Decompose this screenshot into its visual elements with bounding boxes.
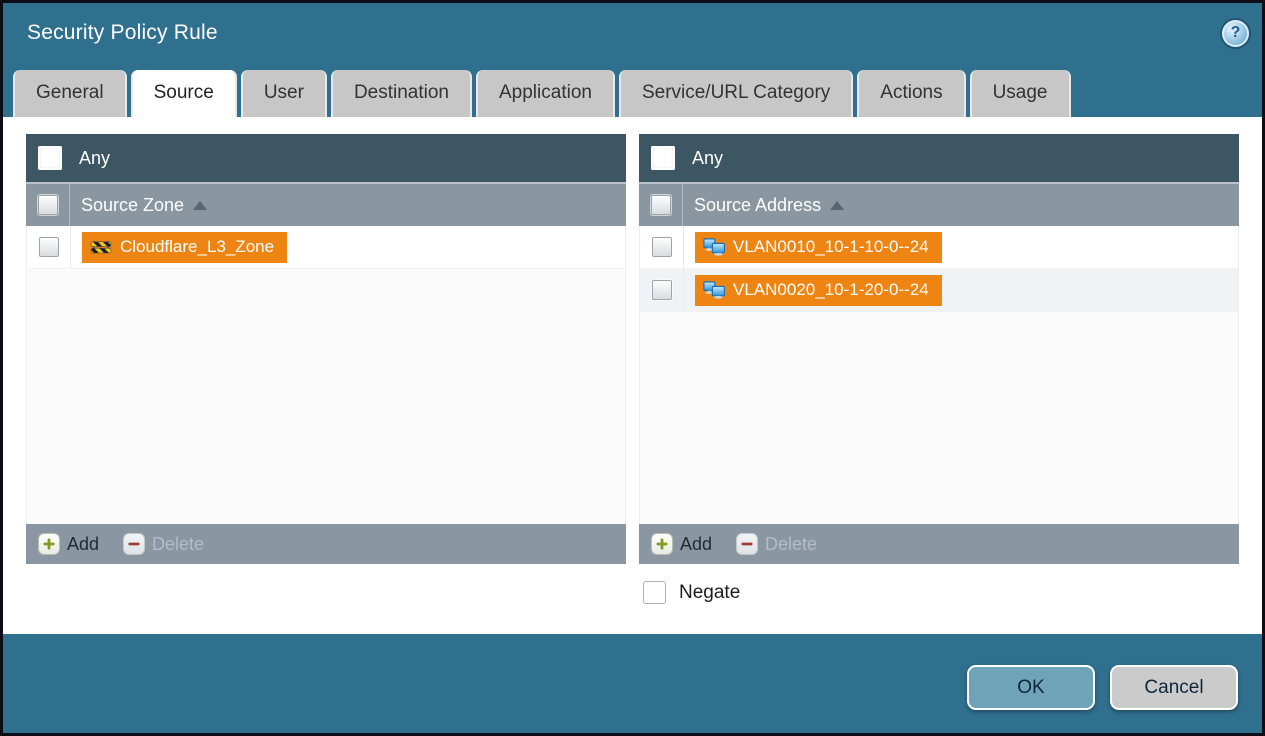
tabbar: General Source User Destination Applicat… bbox=[3, 63, 1262, 117]
sort-asc-icon bbox=[830, 200, 845, 210]
source-address-column-label: Source Address bbox=[694, 194, 822, 215]
zone-icon bbox=[90, 241, 112, 254]
table-row: VLAN0020_10-1-20-0--24 bbox=[640, 269, 1238, 312]
add-source-address-button[interactable]: Add bbox=[651, 533, 712, 555]
table-row: Cloudflare_L3_Zone bbox=[27, 226, 625, 269]
tab-source[interactable]: Source bbox=[130, 70, 237, 117]
plus-icon bbox=[651, 533, 673, 555]
tab-actions[interactable]: Actions bbox=[857, 70, 966, 117]
source-address-any-row: Any bbox=[639, 134, 1239, 182]
minus-icon bbox=[736, 533, 759, 555]
source-zone-panel: Any Source Zone Cloudflare_L3_Zone Add D… bbox=[26, 134, 626, 564]
source-address-panel-footer: Add Delete bbox=[639, 524, 1239, 564]
source-address-entry[interactable]: VLAN0020_10-1-20-0--24 bbox=[695, 274, 942, 306]
source-zone-list: Cloudflare_L3_Zone bbox=[26, 226, 626, 524]
delete-button-label: Delete bbox=[765, 533, 818, 554]
tab-user[interactable]: User bbox=[240, 70, 327, 117]
source-address-row-checkbox[interactable] bbox=[651, 237, 672, 257]
address-icon bbox=[703, 238, 725, 256]
help-icon[interactable]: ? bbox=[1222, 19, 1249, 47]
source-address-row-checkbox[interactable] bbox=[651, 280, 672, 300]
source-address-entry[interactable]: VLAN0010_10-1-10-0--24 bbox=[695, 231, 942, 263]
ok-button[interactable]: OK bbox=[967, 665, 1095, 710]
add-button-label: Add bbox=[680, 533, 713, 554]
source-zone-any-checkbox[interactable] bbox=[38, 146, 62, 170]
tab-service-url-category[interactable]: Service/URL Category bbox=[618, 70, 854, 117]
plus-icon bbox=[38, 533, 60, 555]
tab-application[interactable]: Application bbox=[476, 70, 615, 117]
source-zone-entry[interactable]: Cloudflare_L3_Zone bbox=[82, 231, 288, 263]
cancel-button[interactable]: Cancel bbox=[1110, 665, 1238, 710]
negate-row: Negate bbox=[643, 581, 1239, 604]
add-button-label: Add bbox=[67, 533, 100, 554]
minus-icon bbox=[123, 533, 146, 555]
source-address-list: VLAN0010_10-1-10-0--24 VLAN0020_10-1-20-… bbox=[639, 226, 1239, 524]
source-tab-body: Any Source Zone Cloudflare_L3_Zone Add D… bbox=[3, 117, 1262, 634]
source-zone-row-checkbox[interactable] bbox=[38, 237, 59, 257]
source-zone-any-row: Any bbox=[26, 134, 626, 182]
source-zone-any-label: Any bbox=[79, 147, 111, 168]
source-address-entry-label: VLAN0010_10-1-10-0--24 bbox=[733, 237, 929, 256]
source-zone-entry-label: Cloudflare_L3_Zone bbox=[120, 237, 275, 256]
delete-button-label: Delete bbox=[152, 533, 205, 554]
sort-asc-icon bbox=[193, 200, 208, 210]
dialog-footer: OK Cancel bbox=[3, 634, 1262, 733]
tab-destination[interactable]: Destination bbox=[330, 70, 472, 117]
source-zone-select-all-checkbox[interactable] bbox=[37, 195, 58, 215]
source-zone-panel-footer: Add Delete bbox=[26, 524, 626, 564]
source-zone-column-header[interactable]: Source Zone bbox=[26, 182, 626, 226]
delete-source-zone-button[interactable]: Delete bbox=[123, 533, 204, 555]
table-row: VLAN0010_10-1-10-0--24 bbox=[640, 226, 1238, 269]
add-source-zone-button[interactable]: Add bbox=[38, 533, 99, 555]
source-address-any-label: Any bbox=[692, 147, 724, 168]
source-address-panel: Any Source Address VLAN0010_10-1-10-0--2… bbox=[639, 134, 1239, 564]
source-address-select-all-checkbox[interactable] bbox=[650, 195, 671, 215]
security-policy-rule-dialog: Security Policy Rule ? General Source Us… bbox=[0, 0, 1265, 736]
tab-usage[interactable]: Usage bbox=[969, 70, 1071, 117]
page-title: Security Policy Rule bbox=[27, 21, 218, 44]
source-address-any-checkbox[interactable] bbox=[651, 146, 675, 170]
negate-label: Negate bbox=[679, 581, 741, 603]
source-zone-column-label: Source Zone bbox=[81, 194, 185, 215]
address-icon bbox=[703, 281, 725, 299]
source-address-column-header[interactable]: Source Address bbox=[639, 182, 1239, 226]
negate-checkbox[interactable] bbox=[643, 581, 666, 604]
dialog-titlebar: Security Policy Rule ? bbox=[3, 3, 1262, 63]
tab-general[interactable]: General bbox=[13, 70, 127, 117]
delete-source-address-button[interactable]: Delete bbox=[736, 533, 817, 555]
source-address-entry-label: VLAN0020_10-1-20-0--24 bbox=[733, 280, 929, 299]
